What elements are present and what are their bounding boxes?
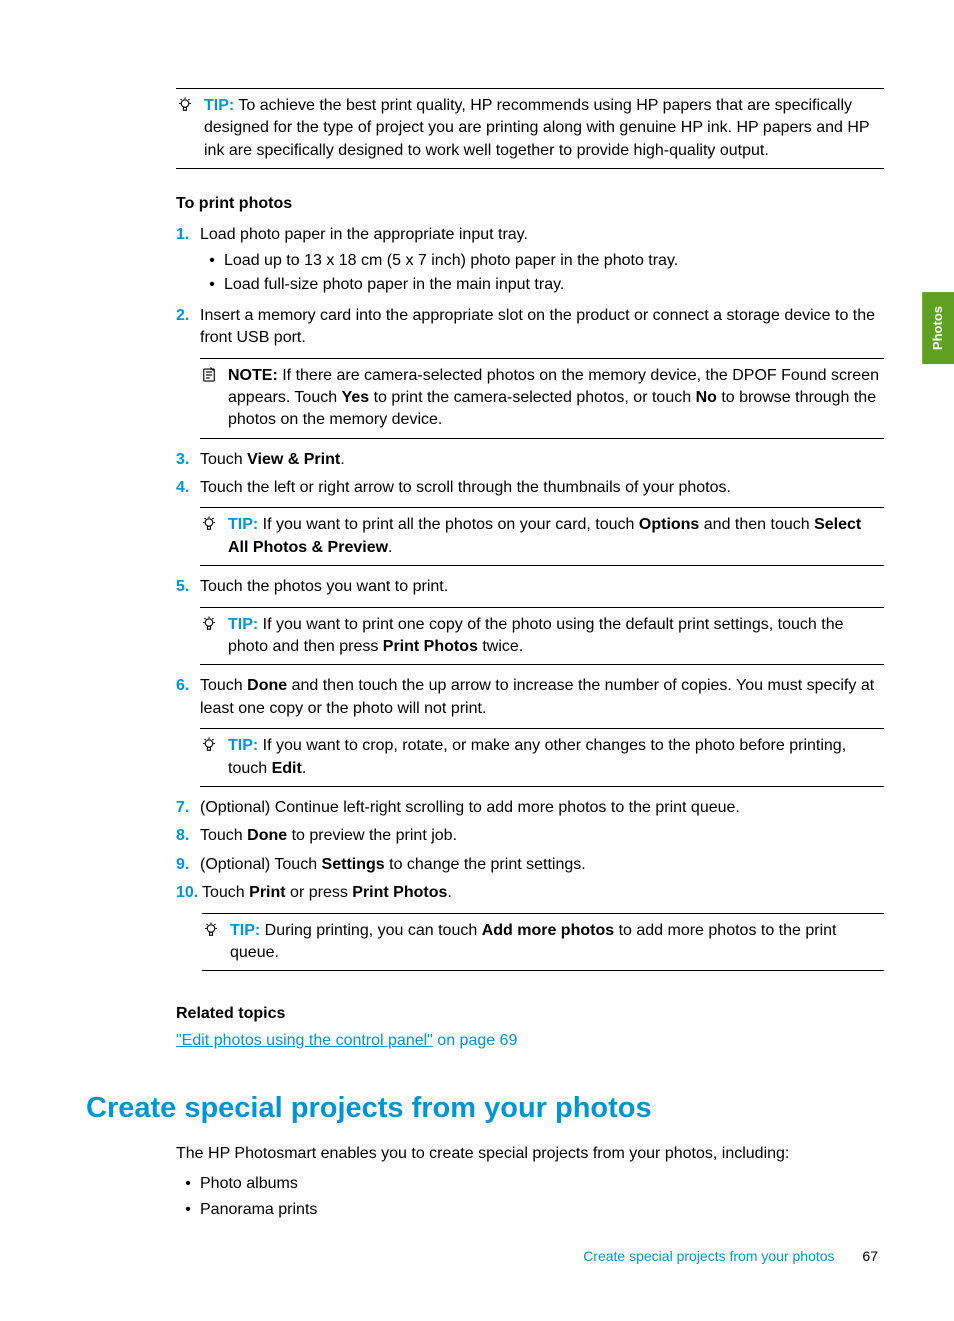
related-link-suffix: on page 69 — [433, 1032, 518, 1049]
step-4: 4. Touch the left or right arrow to scro… — [176, 477, 884, 570]
lightbulb-icon — [200, 515, 224, 540]
step-3: 3. Touch View & Print. — [176, 449, 884, 471]
step-1: 1. Load photo paper in the appropriate i… — [176, 224, 884, 299]
tip-label: TIP: — [228, 516, 258, 533]
lightbulb-icon — [202, 921, 226, 946]
related-link-row: "Edit photos using the control panel" on… — [176, 1030, 884, 1052]
step-6: 6. Touch Done and then touch the up arro… — [176, 675, 884, 791]
main-heading: Create special projects from your photos — [86, 1088, 884, 1129]
step-4-text: Touch the left or right arrow to scroll … — [200, 479, 731, 496]
tip-callout: TIP: During printing, you can touch Add … — [202, 913, 884, 972]
step-number: 10. — [176, 882, 202, 975]
step-number: 1. — [176, 224, 200, 299]
tip-label: TIP: — [228, 737, 258, 754]
list-item: •Load up to 13 x 18 cm (5 x 7 inch) phot… — [200, 250, 884, 272]
bullet-icon: • — [176, 1199, 200, 1221]
tip-text: TIP: If you want to print all the photos… — [228, 514, 884, 559]
note-callout: NOTE: If there are camera-selected photo… — [200, 358, 884, 439]
step-number: 4. — [176, 477, 200, 570]
tip-text: TIP: During printing, you can touch Add … — [230, 920, 884, 965]
tip-callout: TIP: If you want to print one copy of th… — [200, 607, 884, 666]
tip-callout: TIP: If you want to crop, rotate, or mak… — [200, 728, 884, 787]
step-5-text: Touch the photos you want to print. — [200, 578, 448, 595]
lightbulb-icon — [176, 96, 200, 121]
list-item: •Photo albums — [176, 1173, 884, 1195]
bullet-icon: • — [200, 250, 224, 272]
tip-callout: TIP: If you want to print all the photos… — [200, 507, 884, 566]
list-item: •Load full-size photo paper in the main … — [200, 274, 884, 296]
tip-label: TIP: — [230, 922, 260, 939]
lightbulb-icon — [200, 736, 224, 761]
step-8: 8. Touch Done to preview the print job. — [176, 825, 884, 847]
step-number: 5. — [176, 576, 200, 669]
page-content: TIP: To achieve the best print quality, … — [0, 0, 954, 1286]
step-2: 2. Insert a memory card into the appropr… — [176, 305, 884, 443]
tip-top-body: To achieve the best print quality, HP re… — [204, 97, 869, 159]
step-number: 2. — [176, 305, 200, 443]
related-link[interactable]: "Edit photos using the control panel" — [176, 1032, 433, 1049]
tip-text: TIP: If you want to print one copy of th… — [228, 614, 884, 659]
note-text: NOTE: If there are camera-selected photo… — [228, 365, 884, 432]
step-1-text: Load photo paper in the appropriate inpu… — [200, 226, 528, 243]
note-icon — [200, 366, 224, 391]
bullet-text: Photo albums — [200, 1173, 298, 1195]
procedure-title: To print photos — [176, 193, 884, 215]
tip-label: TIP: — [228, 616, 258, 633]
footer: Create special projects from your photos… — [583, 1247, 878, 1267]
project-list: •Photo albums •Panorama prints — [176, 1173, 884, 1222]
instruction-list: 1. Load photo paper in the appropriate i… — [176, 224, 884, 976]
intro-text: The HP Photosmart enables you to create … — [176, 1143, 884, 1165]
lightbulb-icon — [200, 615, 224, 640]
step-number: 6. — [176, 675, 200, 791]
step-2-text: Insert a memory card into the appropriat… — [200, 307, 875, 346]
note-label: NOTE: — [228, 367, 278, 384]
step-number: 8. — [176, 825, 200, 847]
bullet-text: Panorama prints — [200, 1199, 317, 1221]
step-number: 3. — [176, 449, 200, 471]
footer-page-number: 67 — [862, 1248, 878, 1264]
tip-top-text: TIP: To achieve the best print quality, … — [204, 95, 884, 162]
step-number: 9. — [176, 854, 200, 876]
sub-bullet-text: Load full-size photo paper in the main i… — [224, 274, 564, 296]
bullet-icon: • — [200, 274, 224, 296]
step-5: 5. Touch the photos you want to print. T… — [176, 576, 884, 669]
sub-bullet-text: Load up to 13 x 18 cm (5 x 7 inch) photo… — [224, 250, 678, 272]
related-topics-heading: Related topics — [176, 1003, 884, 1025]
list-item: •Panorama prints — [176, 1199, 884, 1221]
tip-label: TIP: — [204, 97, 234, 114]
step-number: 7. — [176, 797, 200, 819]
step-10: 10. Touch Print or press Print Photos. T… — [176, 882, 884, 975]
footer-title: Create special projects from your photos — [583, 1248, 834, 1264]
step-9: 9. (Optional) Touch Settings to change t… — [176, 854, 884, 876]
tip-callout-top: TIP: To achieve the best print quality, … — [176, 88, 884, 169]
step-7-text: (Optional) Continue left-right scrolling… — [200, 799, 740, 816]
tip-text: TIP: If you want to crop, rotate, or mak… — [228, 735, 884, 780]
bullet-icon: • — [176, 1173, 200, 1195]
step-7: 7. (Optional) Continue left-right scroll… — [176, 797, 884, 819]
step-1-sublist: •Load up to 13 x 18 cm (5 x 7 inch) phot… — [200, 250, 884, 297]
